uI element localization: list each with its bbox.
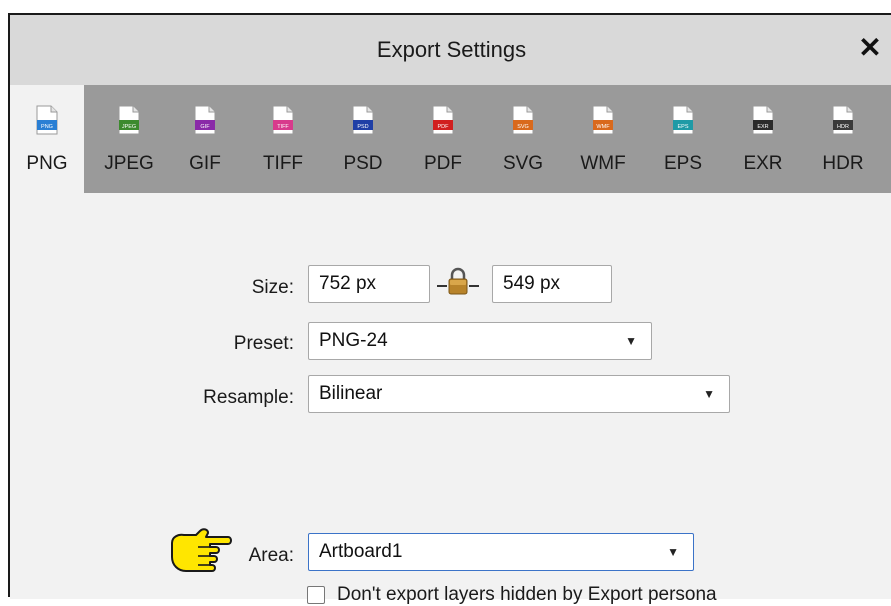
settings-panel: Size: 752 px 549 px Preset: PNG-24 ▼ Res… xyxy=(10,193,891,605)
gif-file-icon: GIF xyxy=(194,105,216,135)
preset-dropdown[interactable]: PNG-24 ▼ xyxy=(308,322,652,360)
tab-png[interactable]: PNG PNG xyxy=(10,85,84,193)
tab-label: JPEG xyxy=(104,153,154,174)
format-tabbar: PNG PNG JPEG JPEG GIF GIF TIFF TIFF PSD PSD PDF PDF… xyxy=(10,85,891,193)
tab-wmf[interactable]: WMF WMF xyxy=(566,85,640,193)
resample-label: Resample: xyxy=(203,387,294,408)
hdr-file-icon: HDR xyxy=(832,105,854,135)
lock-icon[interactable] xyxy=(433,266,483,296)
dialog-title: Export Settings xyxy=(376,37,527,62)
tab-label: SVG xyxy=(502,153,544,174)
tab-svg[interactable]: SVG SVG xyxy=(486,85,560,193)
file-badge-text: TIFF xyxy=(277,124,289,130)
tab-tiff[interactable]: TIFF TIFF xyxy=(246,85,320,193)
area-value: Artboard1 xyxy=(319,541,403,562)
tab-label: WMF xyxy=(580,153,626,174)
tab-psd[interactable]: PSD PSD xyxy=(326,85,400,193)
screen-margin-left xyxy=(0,0,8,597)
file-badge-text: SVG xyxy=(517,124,529,130)
tiff-file-icon: TIFF xyxy=(272,105,294,135)
pdf-file-icon: PDF xyxy=(432,105,454,135)
file-badge-text: HDR xyxy=(837,124,849,130)
file-badge-text: WMF xyxy=(596,124,610,130)
close-button[interactable]: ✕ xyxy=(855,31,885,65)
tab-jpeg[interactable]: JPEG JPEG xyxy=(92,85,166,193)
eps-file-icon: EPS xyxy=(672,105,694,135)
hidden-layers-checkbox[interactable] xyxy=(307,586,325,604)
tab-pdf[interactable]: PDF PDF xyxy=(406,85,480,193)
tab-label: PNG xyxy=(26,153,68,174)
jpeg-file-icon: JPEG xyxy=(118,105,140,135)
area-dropdown[interactable]: Artboard1 ▼ xyxy=(308,533,694,571)
size-label: Size: xyxy=(251,277,294,298)
tab-gif[interactable]: GIF GIF xyxy=(168,85,242,193)
file-badge-text: PNG xyxy=(41,124,53,130)
file-badge-text: EPS xyxy=(677,124,688,130)
height-field[interactable]: 549 px xyxy=(492,265,612,303)
svg-file-icon: SVG xyxy=(512,105,534,135)
png-file-icon: PNG xyxy=(36,105,58,135)
tab-hdr[interactable]: HDR HDR xyxy=(806,85,880,193)
exr-file-icon: EXR xyxy=(752,105,774,135)
psd-file-icon: PSD xyxy=(352,105,374,135)
resample-value: Bilinear xyxy=(319,383,383,404)
resample-dropdown[interactable]: Bilinear ▼ xyxy=(308,375,730,413)
export-settings-dialog: Export Settings ✕ PNG PNG JPEG JPEG GIF GIF TI… xyxy=(8,13,891,605)
file-badge-text: PSD xyxy=(357,124,368,130)
width-field[interactable]: 752 px xyxy=(308,265,430,303)
file-badge-text: EXR xyxy=(757,124,768,130)
file-badge-text: GIF xyxy=(200,124,210,130)
tab-label: TIFF xyxy=(262,153,304,174)
preset-value: PNG-24 xyxy=(319,330,388,351)
area-label: Area: xyxy=(248,545,294,566)
tab-label: EPS xyxy=(663,153,703,174)
tab-label: PSD xyxy=(343,153,383,174)
chevron-down-icon: ▼ xyxy=(625,334,637,348)
wmf-file-icon: WMF xyxy=(592,105,614,135)
chevron-down-icon: ▼ xyxy=(703,387,715,401)
tab-eps[interactable]: EPS EPS xyxy=(646,85,720,193)
preset-label: Preset: xyxy=(233,333,294,354)
tab-exr[interactable]: EXR EXR xyxy=(726,85,800,193)
tab-label: HDR xyxy=(822,153,864,174)
screen-margin-top xyxy=(0,0,891,13)
tab-label: PDF xyxy=(424,153,462,174)
chevron-down-icon: ▼ xyxy=(667,545,679,559)
tab-label: EXR xyxy=(743,153,783,174)
file-badge-text: PDF xyxy=(438,124,450,130)
hidden-layers-checkbox-label[interactable]: Don't export layers hidden by Export per… xyxy=(337,584,717,606)
close-icon: ✕ xyxy=(858,32,882,63)
dialog-titlebar[interactable]: Export Settings ✕ xyxy=(10,15,891,85)
file-badge-text: JPEG xyxy=(122,124,136,130)
tab-label: GIF xyxy=(189,153,221,174)
